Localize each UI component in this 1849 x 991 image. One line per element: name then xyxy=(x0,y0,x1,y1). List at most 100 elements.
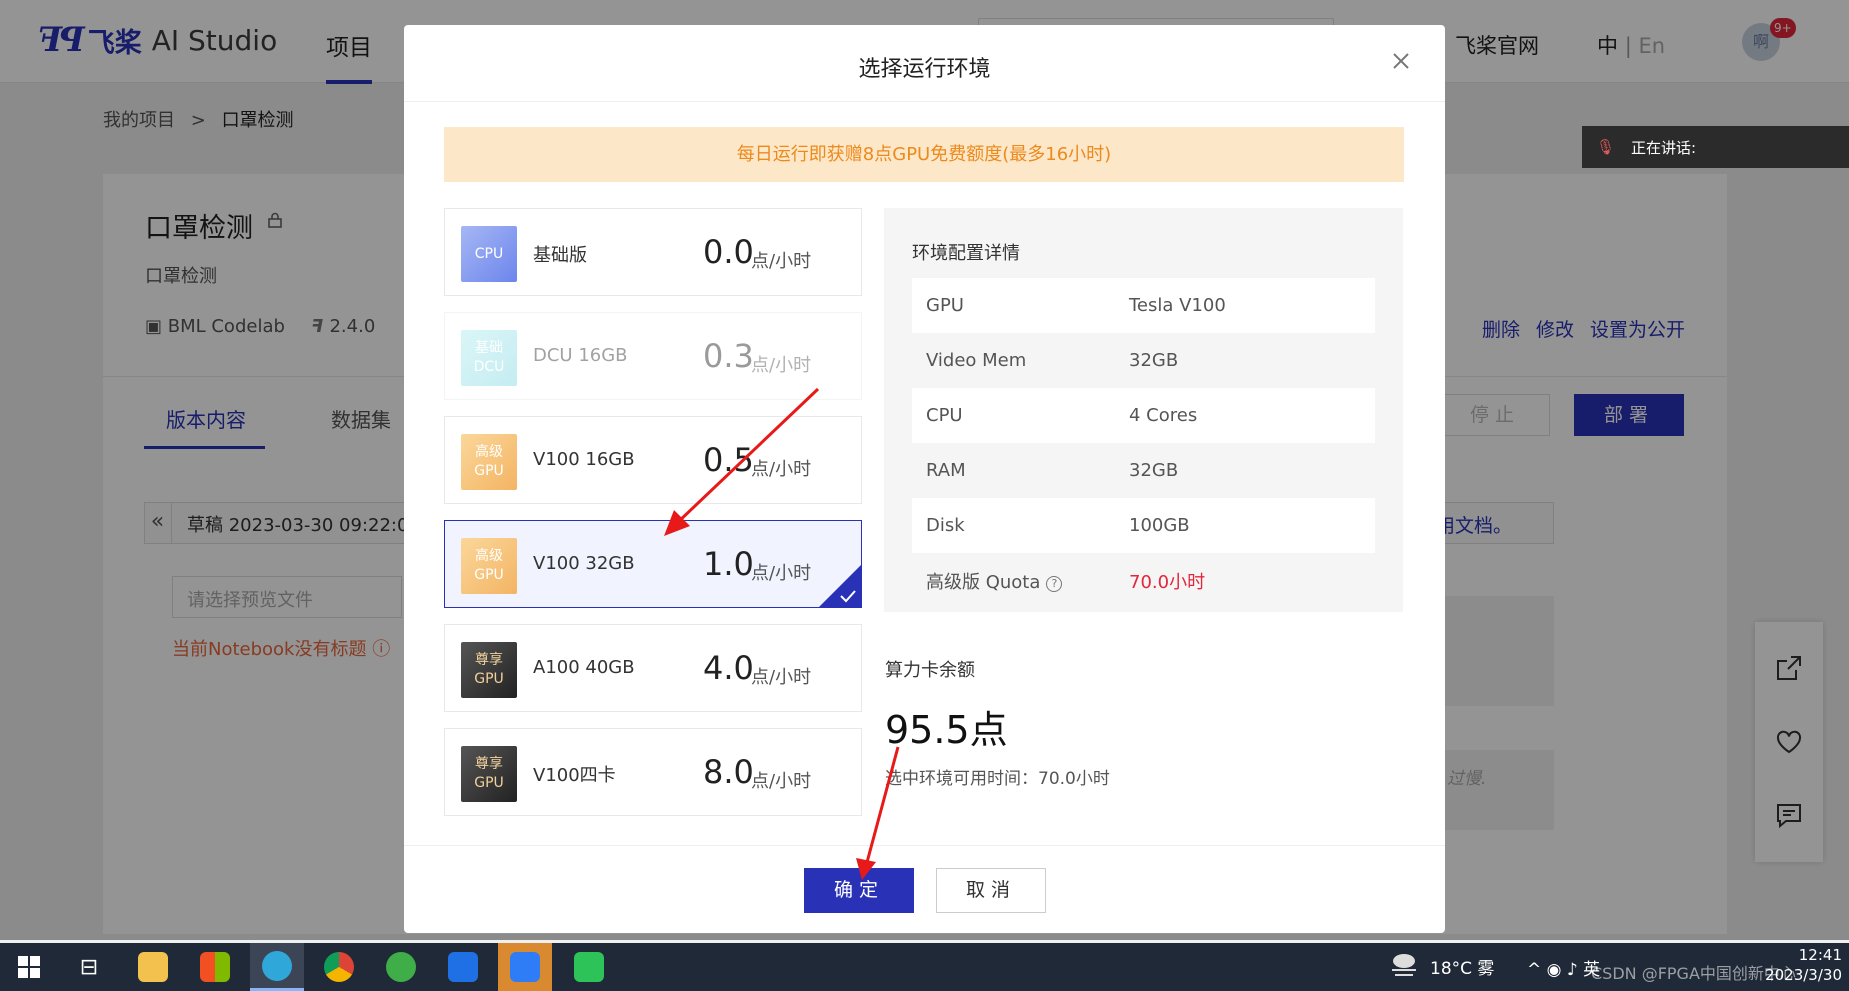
system-tray[interactable]: ^ ◉ ♪ 英 xyxy=(1527,955,1600,980)
taskbar-app-sync[interactable] xyxy=(374,943,428,991)
chip-text: GPU xyxy=(474,775,504,791)
weather-fog-icon xyxy=(1392,954,1416,976)
wechat-icon xyxy=(574,952,604,982)
env-option-unit: 点/小时 xyxy=(751,459,812,480)
muted-mic-icon: 🎙 xyxy=(1596,138,1616,156)
balance-value: 95.5点 xyxy=(885,708,1008,752)
detail-value: 100GB xyxy=(1129,515,1190,536)
confirm-button[interactable]: 确定 xyxy=(804,868,914,913)
env-option-unit: 点/小时 xyxy=(751,251,812,272)
clock-time: 12:41 xyxy=(1798,946,1842,964)
close-icon[interactable] xyxy=(1389,49,1413,73)
detail-value: 32GB xyxy=(1129,460,1179,481)
chip-text: GPU xyxy=(474,671,504,687)
env-tier-chip-icon: 尊享 GPU xyxy=(461,642,517,698)
folder-icon xyxy=(138,952,168,982)
chip-text: 尊享 xyxy=(475,756,503,772)
detail-key: RAM xyxy=(926,460,966,481)
chip-text: 尊享 xyxy=(475,652,503,668)
chip-text: DCU xyxy=(473,359,505,375)
chip-text: GPU xyxy=(474,567,504,583)
detail-row-ram: RAM 32GB xyxy=(912,443,1375,498)
balance-label: 算力卡余额 xyxy=(885,660,975,681)
env-option-price: 0.3 xyxy=(703,337,754,375)
taskbar-app-store[interactable] xyxy=(188,943,242,991)
env-tier-chip-icon: 尊享 GPU xyxy=(461,746,517,802)
taskbar-clock[interactable]: 12:41 2023/3/30 xyxy=(1752,945,1842,985)
env-option-unit: 点/小时 xyxy=(751,563,812,584)
env-option-card[interactable]: 尊享 GPU V100四卡 8.0 点/小时 xyxy=(444,728,862,816)
dialog-header-divider xyxy=(404,101,1445,102)
clock-date: 2023/3/30 xyxy=(1765,966,1842,984)
env-option-card[interactable]: 高级 GPU V100 32GB 1.0 点/小时 xyxy=(444,520,862,608)
env-option-unit: 点/小时 xyxy=(751,771,812,792)
detail-value: 32GB xyxy=(1129,350,1179,371)
env-option-name: V100 32GB xyxy=(533,553,635,574)
lark-icon xyxy=(448,952,478,982)
detail-key: 高级版 Quota xyxy=(926,571,1041,593)
start-button[interactable] xyxy=(2,943,56,991)
edge-icon xyxy=(262,950,292,981)
weather-temperature[interactable]: 18°C 雾 xyxy=(1430,954,1494,979)
chip-text: 基础 xyxy=(475,340,503,356)
env-tier-chip-icon: CPU xyxy=(461,226,517,282)
detail-row-gpu: GPU Tesla V100 xyxy=(912,278,1375,333)
chip-text: CPU xyxy=(474,245,504,262)
checkmark-icon xyxy=(840,590,856,603)
speaking-indicator: 🎙 正在讲话: xyxy=(1582,126,1849,168)
env-option-price: 0.0 xyxy=(703,233,754,271)
windows-icon xyxy=(18,956,40,978)
detail-value: Tesla V100 xyxy=(1129,295,1226,316)
env-option-price: 8.0 xyxy=(703,753,754,791)
env-option-name: V100 16GB xyxy=(533,449,635,470)
detail-value: 4 Cores xyxy=(1129,405,1198,426)
sync-icon xyxy=(386,952,416,982)
env-option-name: V100四卡 xyxy=(533,765,616,786)
detail-key: Disk xyxy=(926,515,965,536)
env-option-card[interactable]: 高级 GPU V100 16GB 0.5 点/小时 xyxy=(444,416,862,504)
env-option-unit: 点/小时 xyxy=(751,355,812,376)
env-option-price: 0.5 xyxy=(703,441,754,479)
detail-key: Video Mem xyxy=(926,350,1027,371)
chip-text: 高级 xyxy=(475,444,503,460)
available-time: 选中环境可用时间：70.0小时 xyxy=(885,769,1110,789)
store-icon xyxy=(200,952,230,982)
detail-key: CPU xyxy=(926,405,963,426)
env-tier-chip-icon: 高级 GPU xyxy=(461,434,517,490)
detail-row-disk: Disk 100GB xyxy=(912,498,1375,553)
task-view-button[interactable]: ⊟ xyxy=(62,943,116,991)
detail-row-quota: 高级版 Quota? 70.0小时 xyxy=(912,553,1375,608)
env-tier-chip-icon: 基础 DCU xyxy=(461,330,517,386)
env-option-card: 基础 DCU DCU 16GB 0.3 点/小时 xyxy=(444,312,862,400)
chrome-icon xyxy=(324,952,354,982)
taskbar-app-lark[interactable] xyxy=(436,943,490,991)
taskbar-app-feishu[interactable] xyxy=(498,943,552,991)
detail-value: 70.0小时 xyxy=(1129,571,1206,593)
feishu-icon xyxy=(510,952,540,982)
detail-key: GPU xyxy=(926,295,964,316)
env-details-title: 环境配置详情 xyxy=(912,243,1020,264)
select-env-dialog: 选择运行环境 每日运行即获赠8点GPU免费额度(最多16小时) CPU 基础版 0.… xyxy=(404,25,1445,933)
env-option-name: A100 40GB xyxy=(533,657,635,678)
help-icon[interactable]: ? xyxy=(1046,575,1063,592)
env-option-name: 基础版 xyxy=(533,245,587,266)
detail-row-video-mem: Video Mem 32GB xyxy=(912,333,1375,388)
chip-text: 高级 xyxy=(475,548,503,564)
taskbar-app-wechat[interactable] xyxy=(562,943,616,991)
env-option-price: 1.0 xyxy=(703,545,754,583)
env-tier-chip-icon: 高级 GPU xyxy=(461,538,517,594)
env-option-unit: 点/小时 xyxy=(751,667,812,688)
cancel-button[interactable]: 取消 xyxy=(936,868,1046,913)
dialog-footer-divider xyxy=(404,845,1445,846)
taskbar-app-edge[interactable] xyxy=(250,943,304,991)
free-quota-banner: 每日运行即获赠8点GPU免费额度(最多16小时) xyxy=(444,127,1404,182)
task-view-icon: ⊟ xyxy=(79,954,99,980)
env-option-price: 4.0 xyxy=(703,649,754,687)
detail-row-cpu: CPU 4 Cores xyxy=(912,388,1375,443)
chip-text: GPU xyxy=(474,463,504,479)
taskbar-app-chrome[interactable] xyxy=(312,943,366,991)
speaking-label: 正在讲话: xyxy=(1631,138,1697,157)
taskbar-app-explorer[interactable] xyxy=(126,943,180,991)
env-option-card[interactable]: 尊享 GPU A100 40GB 4.0 点/小时 xyxy=(444,624,862,712)
env-option-card[interactable]: CPU 基础版 0.0 点/小时 xyxy=(444,208,862,296)
